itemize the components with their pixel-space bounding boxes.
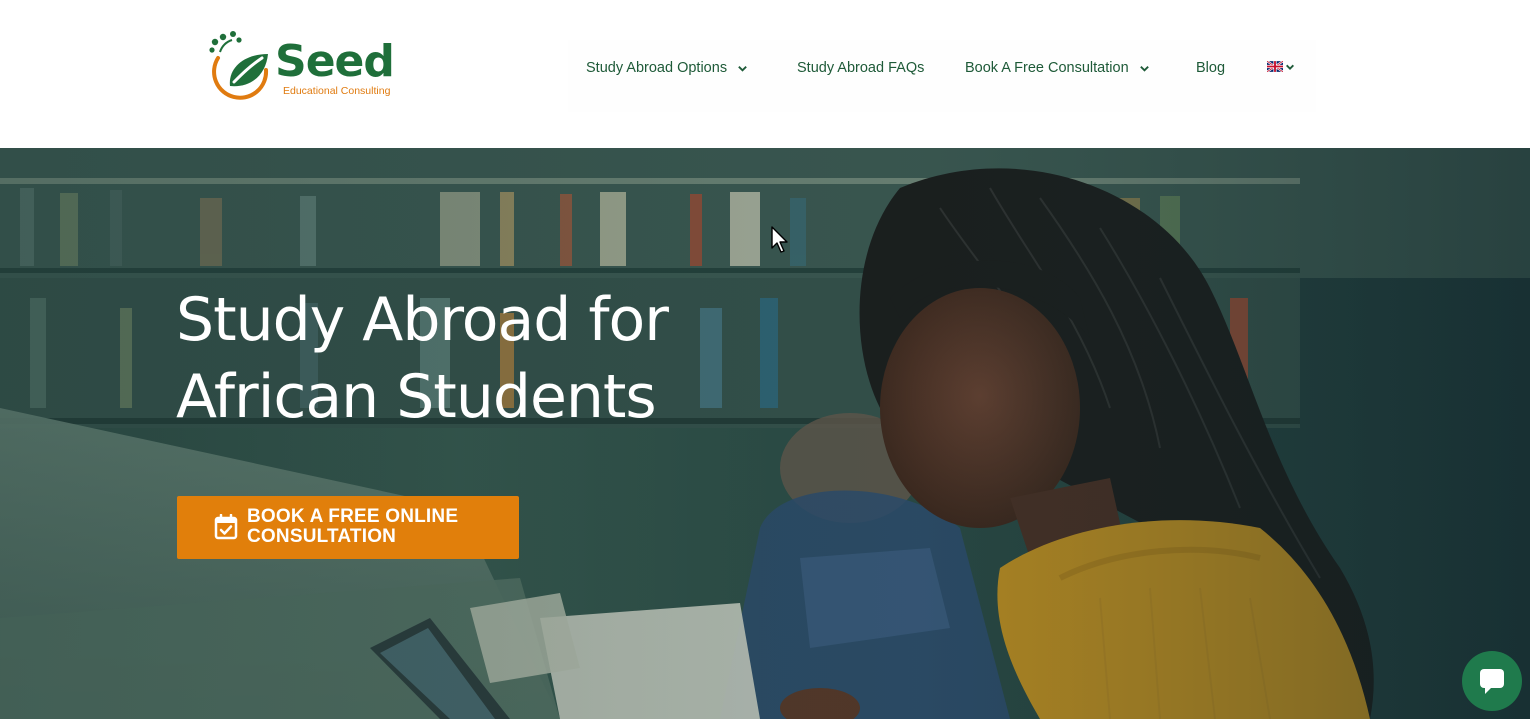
cta-label-line-2: CONSULTATION (247, 526, 397, 547)
chat-bubble-icon (1480, 669, 1504, 694)
nav-label: Blog (1196, 60, 1226, 76)
nav-item-book-consultation[interactable]: Book A Free Consultation (965, 40, 1150, 96)
main-nav: Study Abroad Options Study Abroad FAQs B… (568, 40, 1316, 112)
logo-wordmark: Seed (275, 36, 395, 87)
chevron-down-icon (738, 65, 747, 72)
seed-logo-icon (209, 31, 269, 100)
book-free-online-consultation-button[interactable]: BOOK A FREE ONLINE CONSULTATION (177, 496, 519, 559)
uk-flag-icon (1267, 61, 1283, 72)
site-header: Seed Educational Consulting Study Abroad… (0, 0, 1530, 148)
hero-title-line-2: African Students (176, 362, 657, 432)
nav-item-study-abroad-options[interactable]: Study Abroad Options (586, 40, 748, 96)
nav-item-study-abroad-faqs[interactable]: Study Abroad FAQs (797, 40, 924, 96)
hero-section: Study Abroad for African Students BOOK A… (0, 148, 1530, 719)
logo-tagline: Educational Consulting (283, 85, 391, 97)
nav-label: Study Abroad Options (586, 60, 728, 76)
chat-widget-button[interactable] (1462, 651, 1522, 711)
chevron-down-icon (1286, 64, 1294, 70)
chevron-down-icon (1139, 65, 1149, 72)
cta-label: BOOK A FREE ONLINE CONSULTATION (247, 507, 507, 547)
nav-item-blog[interactable]: Blog (1196, 40, 1225, 96)
calendar-check-icon (214, 514, 238, 540)
nav-label: Study Abroad FAQs (797, 60, 925, 76)
logo[interactable]: Seed Educational Consulting (206, 30, 406, 102)
language-switcher[interactable] (1267, 61, 1295, 72)
hero-title: Study Abroad for African Students (176, 282, 776, 436)
hero-title-line-1: Study Abroad for (176, 285, 669, 355)
cta-label-line-1: BOOK A FREE ONLINE (247, 506, 459, 527)
mouse-cursor-icon (771, 226, 788, 253)
nav-label: Book A Free Consultation (965, 60, 1129, 76)
